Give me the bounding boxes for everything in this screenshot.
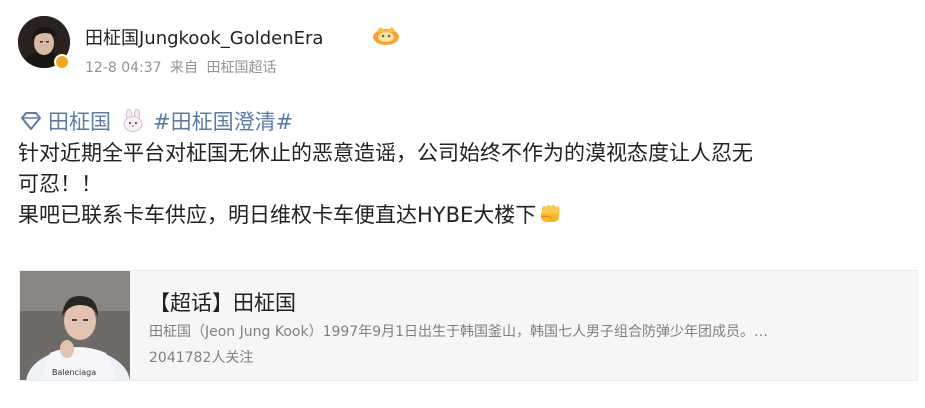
post-text-line-1: 针对近期全平台对柾国无休止的恶意造谣，公司始终不作为的漠视态度让人忍无 xyxy=(18,141,753,165)
supertopic-link[interactable]: 田柾国 xyxy=(48,106,111,136)
card-description: 田柾国（Jeon Jung Kook）1997年9月1日出生于韩国釜山，韩国七人… xyxy=(149,324,769,340)
verified-badge-icon xyxy=(54,54,70,70)
fist-emoji-icon xyxy=(541,205,560,222)
vip-crown-icon[interactable] xyxy=(371,24,401,46)
post-text-line-2: 可忍！！ xyxy=(18,172,102,196)
hashtag-link[interactable]: #田柾国澄清# xyxy=(153,106,293,136)
supertopic-card[interactable]: Balenciaga 【超话】田柾国 田柾国（Jeon Jung Kook）19… xyxy=(19,270,918,381)
user-name[interactable]: 田柾国Jungkook_GoldenEra xyxy=(85,24,323,50)
card-title[interactable]: 【超话】田柾国 xyxy=(149,287,296,317)
svg-text:Balenciaga: Balenciaga xyxy=(52,368,96,377)
diamond-icon xyxy=(21,112,41,130)
tag-line: 田柾国 #田柾国澄清# xyxy=(18,104,908,138)
rabbit-emoji-icon xyxy=(123,109,143,132)
post-meta: 12-8 04:37 来自 田柾国超话 xyxy=(85,57,280,77)
card-followers: 2041782人关注 xyxy=(149,350,254,366)
post-source[interactable]: 田柾国超话 xyxy=(206,60,276,76)
post-text-line-3: 果吧已联系卡车供应，明日维权卡车便直达HYBE大楼下 xyxy=(18,200,908,231)
post-time[interactable]: 12-8 04:37 xyxy=(85,60,162,76)
card-thumbnail: Balenciaga xyxy=(20,271,130,380)
post-header: 田柾国Jungkook_GoldenEra 12-8 04:37 来自 田柾国超… xyxy=(18,14,898,76)
post-source-prefix: 来自 xyxy=(170,60,199,76)
post-body: 田柾国 #田柾国澄清# 针对近期全平台对柾国无休止的恶意造谣，公司始终不作为的漠… xyxy=(18,104,908,231)
post-text-line-3-text: 果吧已联系卡车供应，明日维权卡车便直达HYBE大楼下 xyxy=(18,203,537,227)
